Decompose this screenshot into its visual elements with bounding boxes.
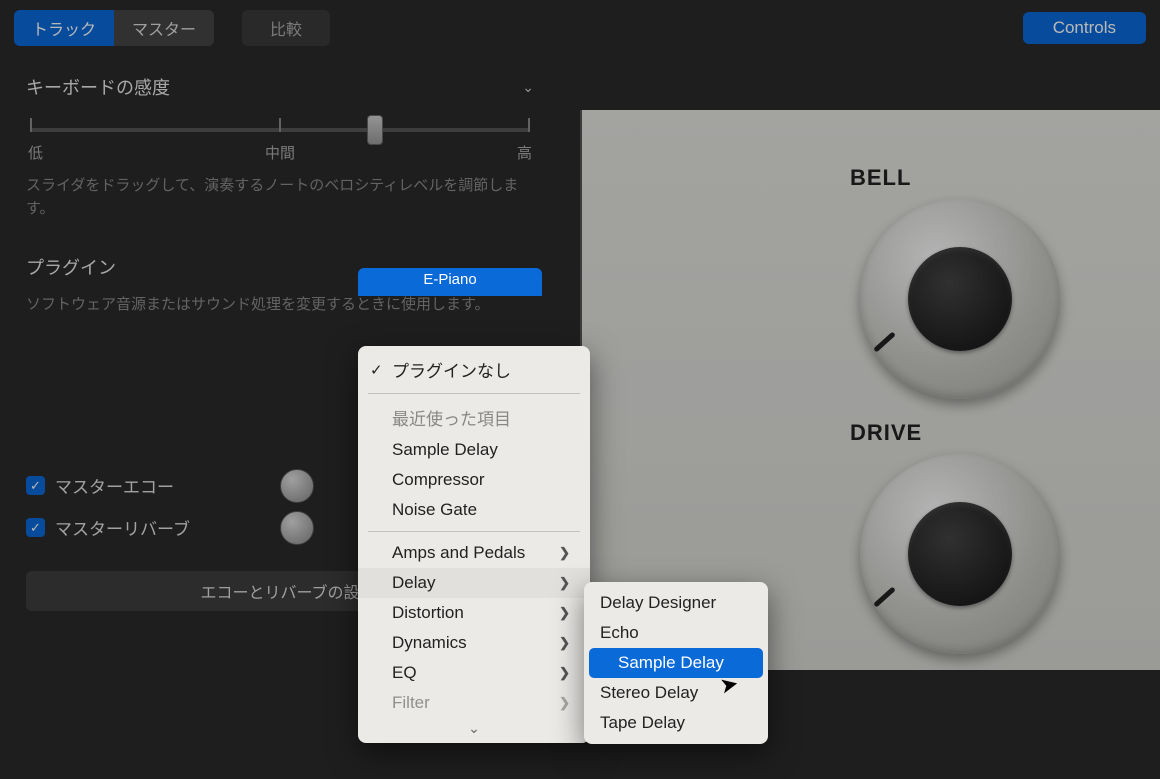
menu-delay[interactable]: Delay❯: [358, 568, 590, 598]
menu-filter[interactable]: Filter❯: [358, 688, 590, 718]
submenu-sample-delay[interactable]: Sample Delay: [589, 648, 763, 678]
menu-separator: [368, 531, 580, 532]
drive-knob[interactable]: [860, 454, 1060, 654]
controls-button[interactable]: Controls: [1023, 12, 1146, 44]
compare-button[interactable]: 比較: [242, 10, 330, 46]
submenu-stereo-delay[interactable]: Stereo Delay: [584, 678, 768, 708]
submenu-arrow-icon: ❯: [559, 545, 570, 561]
menu-no-plugin[interactable]: ✓ プラグインなし: [358, 352, 590, 387]
plugins-title: プラグイン: [26, 254, 116, 280]
menu-recent-header: 最近使った項目: [358, 400, 590, 435]
submenu-echo[interactable]: Echo: [584, 618, 768, 648]
menu-recent-compressor[interactable]: Compressor: [358, 465, 590, 495]
master-reverb-checkbox[interactable]: ✓: [26, 518, 45, 537]
sensitivity-hint: スライダをドラッグして、演奏するノートのベロシティレベルを調節します。: [26, 175, 534, 220]
menu-dynamics[interactable]: Dynamics❯: [358, 628, 590, 658]
menu-distortion[interactable]: Distortion❯: [358, 598, 590, 628]
view-segmented-control: トラック マスター: [14, 10, 214, 46]
master-echo-checkbox[interactable]: ✓: [26, 476, 45, 495]
velocity-slider[interactable]: [30, 128, 530, 132]
sensitivity-title: キーボードの感度: [26, 74, 170, 100]
submenu-delay-designer[interactable]: Delay Designer: [584, 588, 768, 618]
slider-mid-label: 中間: [265, 142, 295, 163]
menu-recent-noise-gate[interactable]: Noise Gate: [358, 495, 590, 525]
master-echo-label: マスターエコー: [55, 473, 174, 498]
collapse-sensitivity-icon[interactable]: ⌄: [522, 79, 534, 96]
slider-knob[interactable]: [367, 115, 383, 145]
menu-scroll-down-icon[interactable]: ⌄: [358, 718, 590, 737]
slider-high-label: 高: [517, 142, 532, 163]
plugin-slot[interactable]: E-Piano: [358, 268, 542, 296]
menu-eq[interactable]: EQ❯: [358, 658, 590, 688]
submenu-tape-delay[interactable]: Tape Delay: [584, 708, 768, 738]
submenu-arrow-icon: ❯: [559, 635, 570, 651]
delay-submenu: Delay Designer Echo Sample Delay Stereo …: [584, 582, 768, 744]
master-reverb-label: マスターリバーブ: [55, 515, 190, 540]
submenu-arrow-icon: ❯: [559, 695, 570, 711]
plugin-menu: ✓ プラグインなし 最近使った項目 Sample Delay Compresso…: [358, 346, 590, 743]
master-echo-knob[interactable]: [280, 469, 314, 503]
bell-knob[interactable]: [860, 199, 1060, 399]
slider-low-label: 低: [28, 142, 43, 163]
submenu-arrow-icon: ❯: [559, 575, 570, 591]
submenu-arrow-icon: ❯: [559, 665, 570, 681]
menu-amps-and-pedals[interactable]: Amps and Pedals❯: [358, 538, 590, 568]
plugins-hint: ソフトウェア音源またはサウンド処理を変更するときに使用します。: [26, 294, 534, 317]
menu-separator: [368, 393, 580, 394]
submenu-arrow-icon: ❯: [559, 605, 570, 621]
track-tab[interactable]: トラック: [14, 10, 114, 46]
check-icon: ✓: [370, 361, 383, 379]
bell-label: BELL: [850, 165, 911, 191]
master-reverb-knob[interactable]: [280, 511, 314, 545]
menu-recent-sample-delay[interactable]: Sample Delay: [358, 435, 590, 465]
drive-label: DRIVE: [850, 420, 922, 446]
master-tab[interactable]: マスター: [114, 10, 214, 46]
